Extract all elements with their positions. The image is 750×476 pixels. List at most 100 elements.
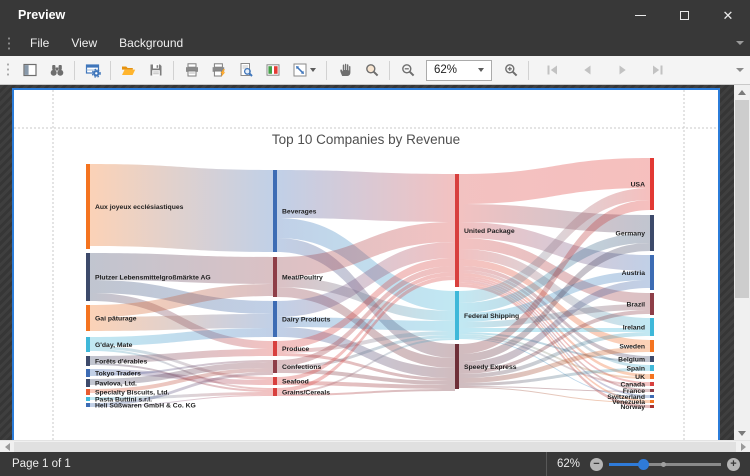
- open-button[interactable]: [115, 58, 142, 83]
- toolbar: [0, 56, 750, 85]
- print-button[interactable]: [178, 58, 205, 83]
- zoom-slider-thumb[interactable]: [638, 459, 649, 470]
- menu-background[interactable]: Background: [108, 32, 194, 54]
- toolbar-separator: [326, 61, 327, 80]
- binoculars-icon: [49, 62, 65, 78]
- previous-page-icon: [580, 63, 595, 77]
- sankey-node-label: Pavlova, Ltd.: [95, 380, 137, 387]
- scroll-down-button[interactable]: [734, 426, 750, 440]
- sankey-node-label: Meat/Poultry: [282, 274, 323, 281]
- sankey-node-label: Speedy Express: [464, 364, 517, 371]
- sankey-node: [650, 158, 654, 210]
- maximize-button[interactable]: [662, 0, 706, 30]
- parameters-button[interactable]: [79, 58, 106, 83]
- arrow-down-icon: [738, 431, 746, 436]
- last-page-icon: [650, 63, 665, 77]
- page-info: Page 1 of 1: [0, 458, 71, 470]
- sankey-node-label: Aux joyeux ecclésiastiques: [95, 204, 184, 211]
- sankey-node: [455, 174, 459, 287]
- chart-title: Top 10 Companies by Revenue: [272, 132, 460, 147]
- hand-icon: [337, 62, 353, 78]
- toolbar-grip-handle[interactable]: [6, 62, 10, 78]
- arrow-up-icon: [738, 90, 746, 95]
- toolbar-separator: [528, 61, 529, 80]
- zoom-input[interactable]: [427, 64, 471, 76]
- sankey-node-label: Seafood: [282, 378, 309, 385]
- page-setup-button[interactable]: [232, 58, 259, 83]
- menu-view[interactable]: View: [60, 32, 108, 54]
- zoom-out-icon: [400, 62, 416, 78]
- sankey-node-label: Federal Shipping: [464, 313, 519, 320]
- sankey-node: [86, 164, 90, 249]
- save-button[interactable]: [142, 58, 169, 83]
- next-page-button[interactable]: [609, 58, 636, 83]
- hand-tool-button[interactable]: [331, 58, 358, 83]
- sankey-node-label: Norway: [620, 404, 645, 411]
- open-folder-icon: [120, 62, 137, 78]
- sankey-node-label: Forêts d'érables: [95, 358, 147, 365]
- previous-page-button[interactable]: [574, 58, 601, 83]
- zoom-combobox[interactable]: [426, 60, 492, 81]
- menu-overflow-icon[interactable]: [736, 41, 744, 45]
- window-title: Preview: [0, 8, 65, 22]
- sankey-node: [86, 389, 90, 395]
- zoom-out-button[interactable]: [394, 58, 421, 83]
- toolbar-overflow-icon[interactable]: [736, 68, 744, 72]
- last-page-button[interactable]: [644, 58, 671, 83]
- sankey-node: [273, 360, 277, 373]
- zoom-dropdown-button[interactable]: [471, 61, 489, 80]
- sankey-node: [273, 377, 277, 385]
- sankey-node: [650, 365, 654, 371]
- quick-print-button[interactable]: [205, 58, 232, 83]
- statusbar-zoom-value: 62%: [547, 458, 590, 470]
- sankey-node: [86, 397, 90, 401]
- search-button[interactable]: [43, 58, 70, 83]
- chevron-down-icon: [478, 68, 484, 72]
- document-preview-area[interactable]: Top 10 Companies by Revenue Aux joyeux ec…: [0, 85, 750, 440]
- close-button[interactable]: ✕: [706, 0, 750, 30]
- sankey-node: [455, 291, 459, 340]
- horizontal-scrollbar[interactable]: [0, 440, 750, 452]
- sankey-node: [86, 305, 90, 331]
- sankey-node-label: Produce: [282, 346, 309, 353]
- sankey-node: [86, 253, 90, 301]
- status-bar: Page 1 of 1 62% − +: [0, 452, 750, 476]
- sankey-node-label: Dairy Products: [282, 316, 331, 323]
- document-map-button[interactable]: [16, 58, 43, 83]
- scroll-right-button[interactable]: [736, 441, 750, 453]
- magnifier-icon: [364, 62, 380, 78]
- magnifier-button[interactable]: [358, 58, 385, 83]
- vertical-scrollbar-thumb[interactable]: [735, 100, 749, 298]
- page-color-button[interactable]: [259, 58, 286, 83]
- scroll-up-button[interactable]: [734, 85, 750, 99]
- sankey-node-label: Confections: [282, 364, 321, 371]
- minimize-button[interactable]: [618, 0, 662, 30]
- menu-file[interactable]: File: [19, 32, 60, 54]
- sankey-node: [455, 344, 459, 389]
- arrow-left-icon: [5, 443, 10, 451]
- sankey-node: [273, 388, 277, 396]
- minimize-icon: [635, 15, 646, 16]
- sankey-node: [650, 405, 654, 408]
- sankey-node-label: Beverages: [282, 208, 317, 215]
- scale-dropdown-icon[interactable]: [310, 68, 316, 72]
- horizontal-scrollbar-thumb[interactable]: [14, 442, 736, 452]
- zoom-slider-minus-button[interactable]: −: [590, 458, 603, 471]
- sankey-node: [650, 382, 654, 386]
- zoom-slider-track[interactable]: [609, 463, 721, 466]
- sankey-node: [86, 379, 90, 387]
- sankey-node-label: Germany: [616, 230, 646, 237]
- report-page[interactable]: Top 10 Companies by Revenue Aux joyeux ec…: [12, 88, 720, 440]
- zoom-in-button[interactable]: [497, 58, 524, 83]
- scroll-left-button[interactable]: [0, 441, 14, 453]
- zoom-slider-plus-button[interactable]: +: [727, 458, 740, 471]
- scale-button[interactable]: [286, 58, 322, 83]
- arrow-right-icon: [741, 443, 746, 451]
- toolbar-separator: [74, 61, 75, 80]
- first-page-button[interactable]: [539, 58, 566, 83]
- menu-grip-handle[interactable]: [7, 36, 11, 50]
- sankey-node-label: Tokyo Traders: [95, 370, 141, 377]
- sankey-node-label: Spain: [626, 365, 645, 372]
- sankey-node-label: UK: [635, 374, 645, 381]
- vertical-scrollbar[interactable]: [734, 85, 750, 440]
